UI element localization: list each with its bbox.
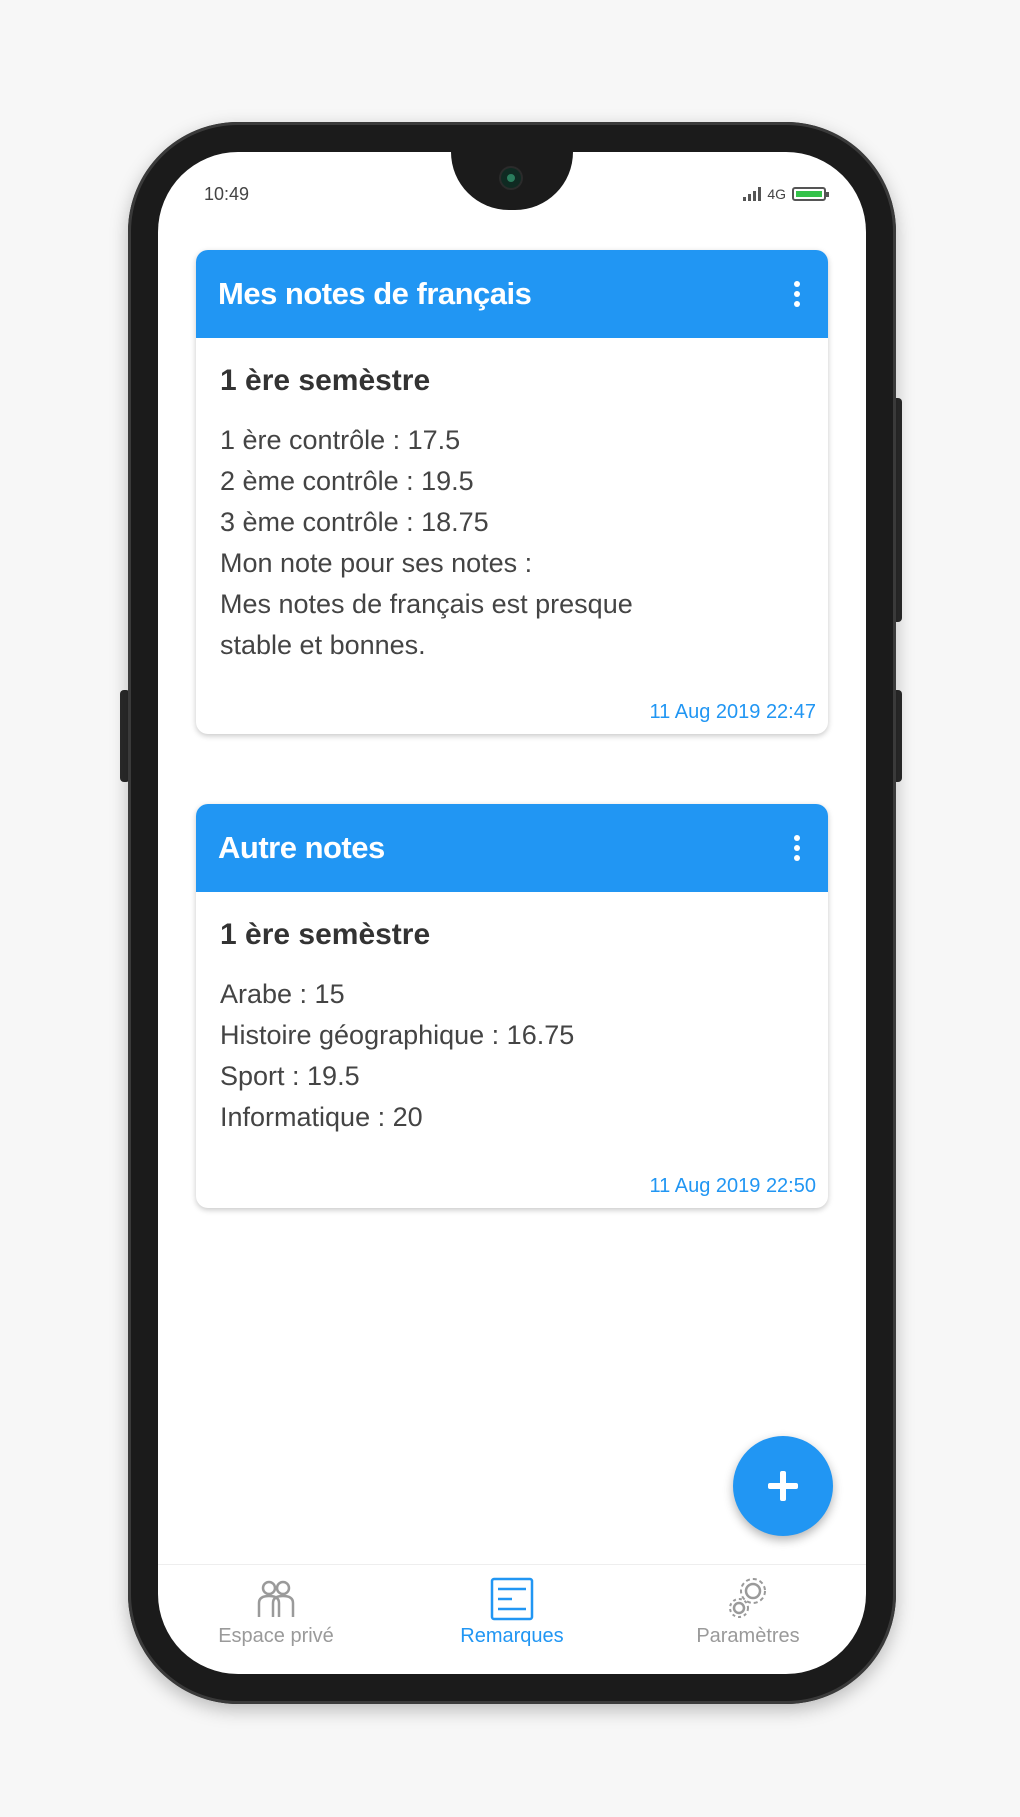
add-note-button[interactable]	[733, 1436, 833, 1536]
note-body: 1 ère semèstre 1 ère contrôle : 17.5 2 è…	[196, 338, 828, 666]
nav-item-remarques[interactable]: Remarques	[412, 1577, 612, 1648]
note-line: 2 ème contrôle : 19.5	[220, 466, 474, 496]
note-card[interactable]: Autre notes 1 ère semèstre Arabe : 15 Hi…	[196, 804, 828, 1208]
note-date: 11 Aug 2019 22:50	[649, 1175, 816, 1197]
phone-screen: 10:49 4G Mes notes de français 1 ère sem…	[158, 152, 866, 1674]
notes-list-icon	[490, 1577, 534, 1621]
note-line: Histoire géographique : 16.75	[220, 1020, 575, 1050]
note-card-header: Autre notes	[196, 804, 828, 892]
nav-item-parametres[interactable]: Paramètres	[648, 1577, 848, 1648]
note-subtitle: 1 ère semèstre	[220, 364, 431, 397]
nav-label: Paramètres	[696, 1625, 800, 1647]
note-line: Arabe : 15	[220, 979, 345, 1009]
note-card-header: Mes notes de français	[196, 250, 828, 338]
note-line: Mes notes de français est presque	[220, 589, 633, 619]
note-date: 11 Aug 2019 22:47	[649, 701, 816, 723]
note-subtitle: 1 ère semèstre	[220, 918, 431, 951]
more-vert-icon[interactable]	[788, 829, 806, 867]
settings-icon	[729, 1578, 766, 1618]
battery-icon	[792, 187, 829, 201]
note-title: Mes notes de français	[218, 276, 532, 311]
signal-icon	[743, 187, 762, 201]
note-line: Sport : 19.5	[220, 1061, 360, 1091]
note-card[interactable]: Mes notes de français 1 ère semèstre 1 è…	[196, 250, 828, 734]
note-line: 3 ème contrôle : 18.75	[220, 507, 489, 537]
note-body: 1 ère semèstre Arabe : 15 Histoire géogr…	[196, 892, 828, 1138]
status-icons: 4G	[743, 186, 829, 202]
bottom-nav: Espace privé Remarques Paramètres	[158, 1564, 866, 1674]
plus-icon	[768, 1471, 798, 1501]
people-icon	[257, 1580, 295, 1617]
note-line: stable et bonnes.	[220, 630, 426, 660]
status-time: 10:49	[204, 184, 250, 204]
nav-label: Remarques	[460, 1625, 564, 1647]
note-line: 1 ère contrôle : 17.5	[220, 425, 461, 455]
network-type: 4G	[767, 186, 786, 202]
more-vert-icon[interactable]	[788, 275, 806, 313]
nav-item-espace-prive[interactable]: Espace privé	[176, 1577, 376, 1648]
nav-label: Espace privé	[218, 1625, 334, 1647]
note-title: Autre notes	[218, 830, 385, 865]
camera-icon	[501, 168, 521, 188]
note-line: Mon note pour ses notes :	[220, 548, 533, 578]
stage: 10:49 4G Mes notes de français 1 ère sem…	[0, 0, 1020, 1817]
note-line: Informatique : 20	[220, 1102, 423, 1132]
